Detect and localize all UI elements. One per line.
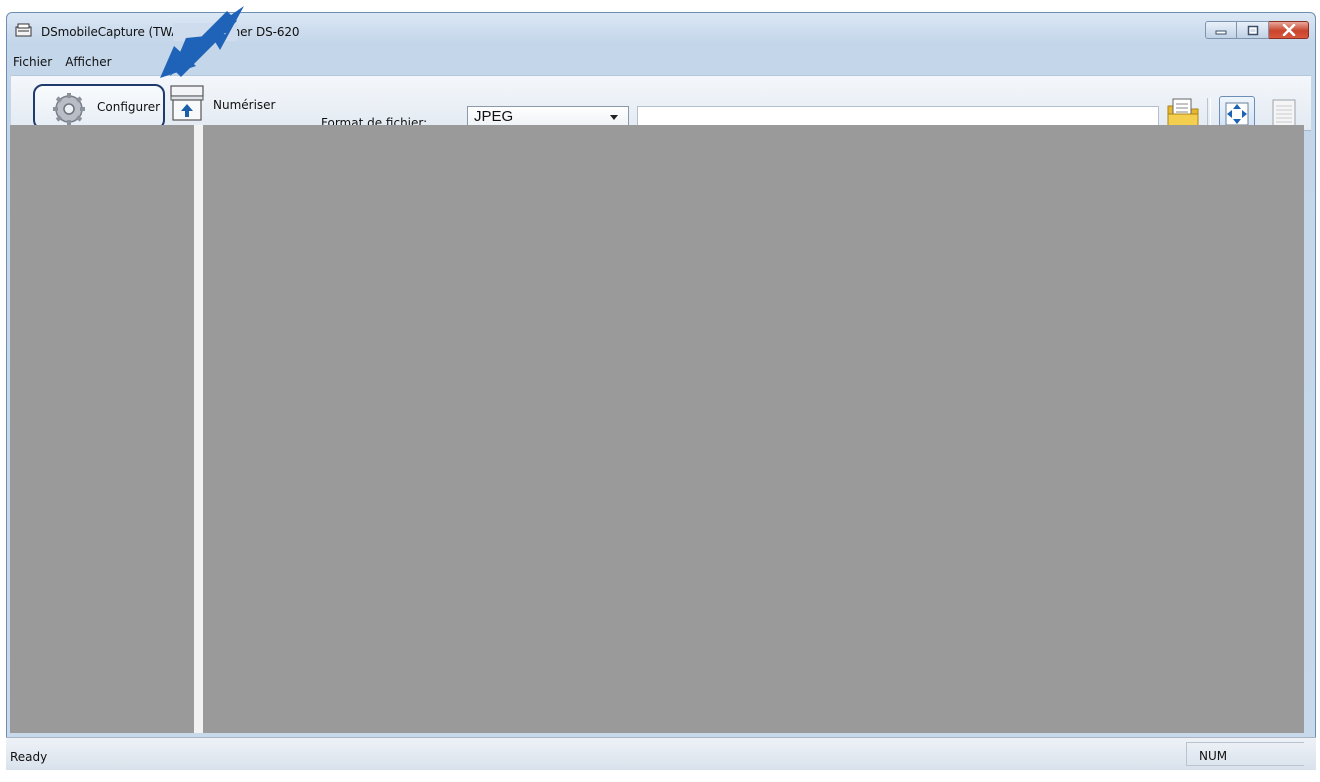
menu-afficher[interactable]: Afficher [63, 55, 113, 71]
scan-label: Numériser [213, 98, 276, 112]
close-button[interactable] [1269, 21, 1309, 39]
minimize-button[interactable] [1205, 21, 1237, 39]
file-format-value: JPEG [474, 108, 514, 125]
num-lock-indicator: NUM [1186, 742, 1304, 766]
pane-splitter[interactable] [194, 125, 203, 733]
menu-bar: Fichier Afficher [11, 55, 114, 71]
menu-fichier[interactable]: Fichier [11, 55, 54, 71]
scanner-icon [170, 85, 204, 121]
toolbar: Configurer Numériser Format de fichier: … [11, 75, 1311, 133]
status-bar: Ready NUM [6, 737, 1316, 770]
callout-arrow-icon [160, 6, 244, 78]
minimize-icon [1215, 30, 1227, 35]
gear-icon [53, 93, 85, 125]
maximize-button[interactable] [1237, 21, 1269, 39]
configure-label: Configurer [97, 100, 161, 114]
scan-button[interactable]: Numériser [165, 82, 285, 128]
restore-icon [1247, 25, 1258, 35]
thumbnail-pane[interactable] [10, 125, 194, 733]
num-lock-text: NUM [1199, 749, 1228, 763]
dropdown-arrow-icon[interactable] [610, 115, 618, 120]
app-icon [15, 23, 32, 37]
image-preview-pane[interactable] [203, 125, 1304, 733]
caption-buttons [1205, 21, 1309, 39]
status-text: Ready [10, 750, 48, 764]
close-icon [1282, 24, 1295, 36]
configure-button[interactable]: Configurer [33, 84, 165, 130]
